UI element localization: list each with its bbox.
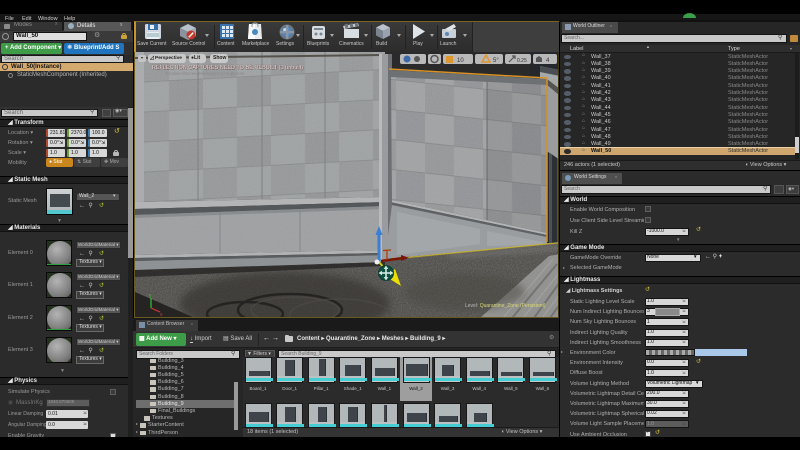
svg-text:10: 10 bbox=[457, 58, 464, 64]
svg-text:0.25: 0.25 bbox=[517, 58, 527, 64]
svg-text:5°: 5° bbox=[493, 58, 499, 64]
